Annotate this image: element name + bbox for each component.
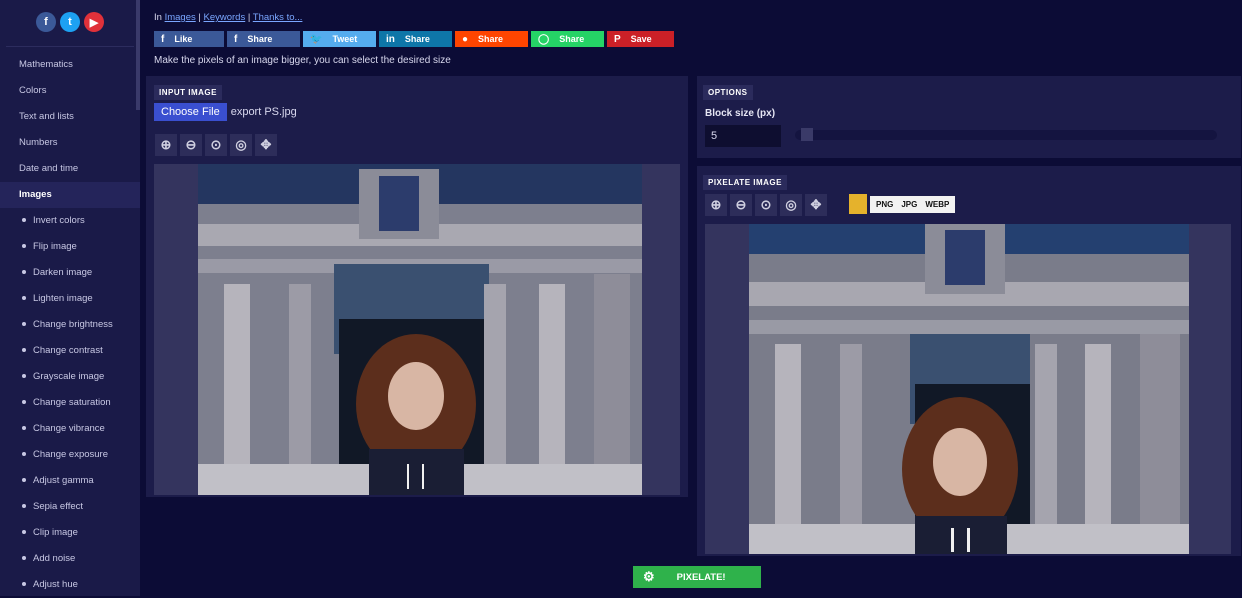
block-size-slider[interactable] (795, 130, 1217, 140)
reddit-share-button[interactable]: ● Share (455, 31, 528, 47)
youtube-icon[interactable]: ▶ (84, 12, 104, 32)
sidebar-nav: Mathematics Colors Text and lists Number… (0, 52, 140, 598)
facebook-like-button[interactable]: f Like (154, 31, 224, 47)
sidebar-subitem-invert-colors[interactable]: Invert colors (0, 208, 140, 234)
zoom-fit-icon[interactable]: ◎ (230, 134, 252, 156)
sidebar-subitem-lighten-image[interactable]: Lighten image (0, 286, 140, 312)
linkedin-icon: in (386, 33, 395, 45)
sidebar-item-date-and-time[interactable]: Date and time (0, 156, 140, 182)
gear-icon: ⚙ (643, 569, 655, 584)
twitter-tweet-button[interactable]: 🐦 Tweet (303, 31, 376, 47)
sidebar-social-links: f t ▶ (6, 0, 134, 47)
sidebar: f t ▶ Mathematics Colors Text and lists … (0, 0, 140, 596)
twitter-icon: 🐦 (310, 33, 323, 45)
block-size-input[interactable]: 5 (705, 125, 781, 147)
move-icon[interactable]: ✥ (255, 134, 277, 156)
pixelated-image (749, 224, 1189, 554)
jpg-format-button[interactable]: JPG (901, 200, 917, 209)
save-icon[interactable] (849, 194, 867, 214)
sidebar-item-text-and-lists[interactable]: Text and lists (0, 104, 140, 130)
input-image (198, 164, 642, 495)
whatsapp-share-button[interactable]: ◯ Share (531, 31, 604, 47)
sidebar-subitem-sepia-effect[interactable]: Sepia effect (0, 494, 140, 520)
zoom-out-icon[interactable]: ⊖ (180, 134, 202, 156)
twitter-icon[interactable]: t (60, 12, 80, 32)
zoom-reset-icon[interactable]: ⊙ (205, 134, 227, 156)
sidebar-subitem-adjust-hue[interactable]: Adjust hue (0, 572, 140, 598)
sidebar-item-numbers[interactable]: Numbers (0, 130, 140, 156)
download-format-bar: PNG JPG WEBP (870, 196, 956, 213)
input-zoom-toolbar: ⊕ ⊖ ⊙ ◎ ✥ (155, 134, 277, 156)
block-size-label: Block size (px) (705, 108, 776, 119)
png-format-button[interactable]: PNG (876, 200, 893, 209)
sidebar-subitem-darken-image[interactable]: Darken image (0, 260, 140, 286)
breadcrumb-prefix: In (154, 12, 162, 23)
sidebar-item-images[interactable]: Images (0, 182, 140, 208)
sidebar-subitem-add-noise[interactable]: Add noise (0, 546, 140, 572)
pinterest-save-button[interactable]: P Save (607, 31, 674, 47)
zoom-fit-icon[interactable]: ◎ (780, 194, 802, 216)
pixelate-button-label: PIXELATE! (676, 571, 726, 583)
page-description: Make the pixels of an image bigger, you … (154, 55, 451, 66)
whatsapp-icon: ◯ (538, 33, 550, 45)
pixelate-button[interactable]: ⚙ PIXELATE! (633, 566, 761, 588)
sidebar-subitem-grayscale-image[interactable]: Grayscale image (0, 364, 140, 390)
pixelate-image-title: PIXELATE IMAGE (703, 175, 787, 190)
breadcrumb-separator: | (247, 12, 251, 23)
facebook-icon: f (234, 33, 238, 45)
input-image-panel: INPUT IMAGE Choose File export PS.jpg ⊕ ⊖… (146, 76, 688, 497)
sidebar-subitem-change-exposure[interactable]: Change exposure (0, 442, 140, 468)
facebook-share-button[interactable]: f Share (227, 31, 300, 47)
breadcrumb-link-images[interactable]: Images (165, 12, 196, 23)
breadcrumb: In Images | Keywords | Thanks to... (154, 12, 302, 23)
output-zoom-toolbar: ⊕ ⊖ ⊙ ◎ ✥ (705, 194, 827, 216)
zoom-in-icon[interactable]: ⊕ (155, 134, 177, 156)
linkedin-share-button[interactable]: in Share (379, 31, 452, 47)
zoom-in-icon[interactable]: ⊕ (705, 194, 727, 216)
sidebar-item-colors[interactable]: Colors (0, 78, 140, 104)
breadcrumb-link-keywords[interactable]: Keywords (203, 12, 245, 23)
zoom-reset-icon[interactable]: ⊙ (755, 194, 777, 216)
slider-handle[interactable] (801, 128, 813, 141)
webp-format-button[interactable]: WEBP (925, 200, 949, 209)
reddit-icon: ● (462, 33, 469, 45)
facebook-icon[interactable]: f (36, 12, 56, 32)
share-buttons: f Like f Share 🐦 Tweet in Share ● Share ◯ Shar… (154, 31, 674, 47)
sidebar-subitem-adjust-gamma[interactable]: Adjust gamma (0, 468, 140, 494)
facebook-icon: f (161, 33, 165, 45)
move-icon[interactable]: ✥ (805, 194, 827, 216)
options-title: OPTIONS (703, 85, 753, 100)
selected-filename: export PS.jpg (230, 106, 297, 118)
sidebar-subitem-clip-image[interactable]: Clip image (0, 520, 140, 546)
input-image-canvas[interactable] (154, 164, 680, 495)
choose-file-button[interactable]: Choose File (154, 103, 227, 121)
sidebar-subitem-flip-image[interactable]: Flip image (0, 234, 140, 260)
sidebar-subitem-change-vibrance[interactable]: Change vibrance (0, 416, 140, 442)
input-image-title: INPUT IMAGE (154, 85, 222, 100)
sidebar-subitem-change-brightness[interactable]: Change brightness (0, 312, 140, 338)
sidebar-subitem-change-saturation[interactable]: Change saturation (0, 390, 140, 416)
sidebar-item-mathematics[interactable]: Mathematics (0, 52, 140, 78)
pixelate-image-panel: PIXELATE IMAGE ⊕ ⊖ ⊙ ◎ ✥ PNG JPG WEBP (697, 166, 1241, 556)
pixelated-image-canvas[interactable] (705, 224, 1231, 554)
sidebar-scrollbar[interactable] (136, 0, 140, 110)
breadcrumb-separator: | (198, 12, 201, 23)
pinterest-icon: P (614, 33, 621, 45)
sidebar-subitem-change-contrast[interactable]: Change contrast (0, 338, 140, 364)
breadcrumb-link-thanks[interactable]: Thanks to... (253, 12, 303, 23)
zoom-out-icon[interactable]: ⊖ (730, 194, 752, 216)
